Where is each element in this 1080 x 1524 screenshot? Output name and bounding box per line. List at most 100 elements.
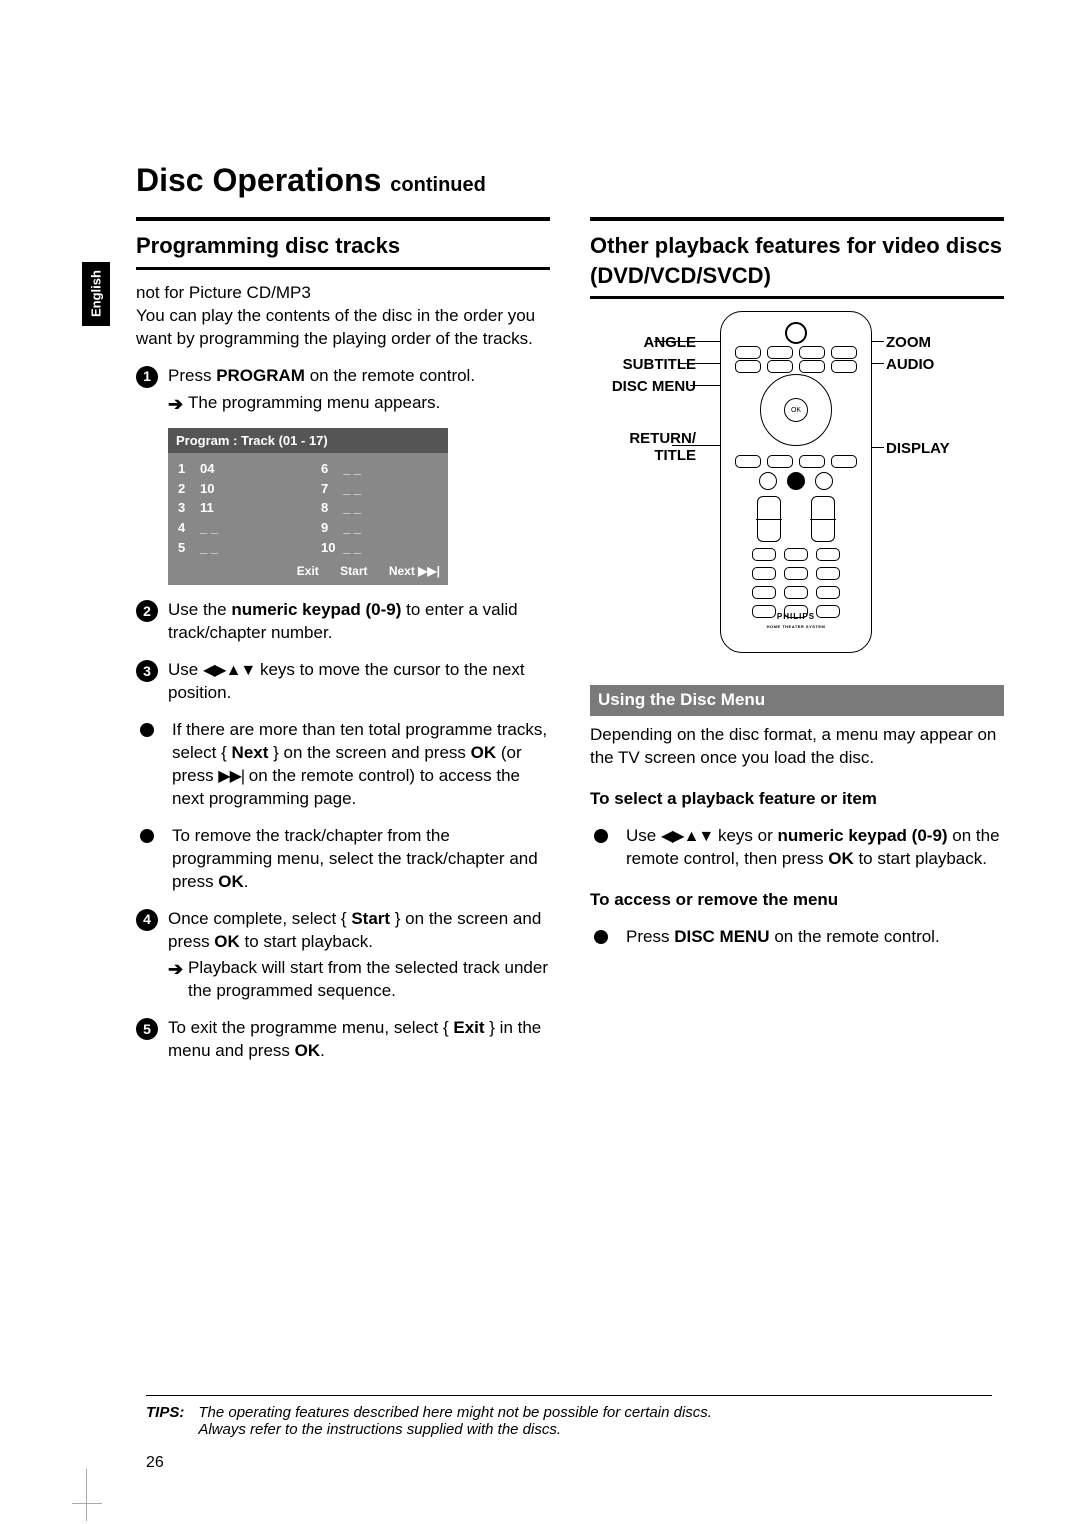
heading-access-menu: To access or remove the menu — [590, 889, 1004, 912]
text: Use the — [168, 600, 231, 619]
next-track-icon: ▶▶| — [218, 768, 244, 785]
callout-return-title: RETURN/ TITLE — [586, 431, 696, 464]
arrow-icon: ➔ — [168, 957, 188, 981]
left-column: Programming disc tracks not for Picture … — [136, 217, 550, 1063]
section-heading-other-playback: Other playback features for video discs … — [590, 231, 1004, 290]
remote-outline: PHILIPS HOME THEATER SYSTEM — [720, 311, 872, 653]
callout-angle: ANGLE — [586, 333, 696, 353]
step-number-icon: 1 — [136, 366, 158, 388]
text: on the remote control. — [770, 927, 940, 946]
bullet-icon — [140, 723, 154, 737]
note-line: not for Picture CD/MP3 — [136, 282, 550, 305]
step-number-icon: 5 — [136, 1018, 158, 1040]
callout-disc-menu: DISC MENU — [586, 377, 696, 397]
bullet-more-than-ten: If there are more than ten total program… — [136, 719, 550, 811]
program-menu-title: Program : Track (01 - 17) — [168, 428, 448, 454]
val: _ _ — [343, 539, 361, 557]
text: Press — [626, 927, 674, 946]
manual-page: English Disc Operations continued Progra… — [0, 0, 1080, 1524]
subsection-heading-disc-menu: Using the Disc Menu — [590, 685, 1004, 716]
tips-line-1: The operating features described here mi… — [198, 1404, 712, 1421]
idx: 8 — [321, 499, 333, 517]
heading-select-item: To select a playback feature or item — [590, 788, 1004, 811]
result-row: ➔ The programming menu appears. — [168, 392, 550, 416]
page-number: 26 — [146, 1454, 164, 1472]
callout-zoom: ZOOM — [886, 333, 931, 353]
crop-mark-icon — [72, 1473, 102, 1504]
bold-label: OK — [828, 849, 854, 868]
step-4: 4 Once complete, select { Start } on the… — [136, 908, 550, 954]
text: to start playback. — [854, 849, 987, 868]
val: _ _ — [343, 499, 361, 517]
step-1: 1 Press PROGRAM on the remote control. — [136, 365, 550, 388]
text: } on the screen and press — [268, 743, 470, 762]
step-number-icon: 3 — [136, 660, 158, 682]
callout-display: DISPLAY — [886, 439, 950, 459]
rule — [136, 267, 550, 270]
arrow-keys-icon: ◀▶▲▼ — [203, 662, 255, 679]
text: on the remote control. — [305, 366, 475, 385]
text: Use — [626, 826, 661, 845]
bold-label: PROGRAM — [216, 366, 305, 385]
val: 04 — [200, 460, 214, 478]
tips-label: TIPS: — [146, 1404, 184, 1438]
bold-label: DISC MENU — [674, 927, 769, 946]
section-heading-programming: Programming disc tracks — [136, 231, 550, 261]
right-column: Other playback features for video discs … — [590, 217, 1004, 1063]
bullet-remove-track: To remove the track/chapter from the pro… — [136, 825, 550, 894]
next-label: Next ▶▶| — [389, 564, 440, 578]
bullet-access-menu: Press DISC MENU on the remote control. — [590, 926, 1004, 949]
bullet-select-item: Use ◀▶▲▼ keys or numeric keypad (0-9) on… — [590, 825, 1004, 871]
callout-subtitle: SUBTITLE — [586, 355, 696, 375]
idx: 4 — [178, 519, 190, 537]
text: Once complete, select { — [168, 909, 351, 928]
tips-line-2: Always refer to the instructions supplie… — [198, 1421, 712, 1438]
bullet-icon — [594, 829, 608, 843]
idx: 2 — [178, 480, 190, 498]
idx: 10 — [321, 539, 333, 557]
rule — [136, 217, 550, 221]
start-label: Start — [340, 564, 367, 578]
val: _ _ — [200, 519, 218, 537]
language-tab: English — [82, 262, 110, 326]
paragraph: Depending on the disc format, a menu may… — [590, 724, 1004, 770]
step-number-icon: 4 — [136, 909, 158, 931]
bold-label: numeric keypad (0-9) — [231, 600, 401, 619]
bold-label: Exit — [453, 1018, 484, 1037]
page-title: Disc Operations continued — [136, 162, 1004, 199]
callout-audio: AUDIO — [886, 355, 934, 375]
page-title-main: Disc Operations — [136, 162, 381, 198]
intro-text: You can play the contents of the disc in… — [136, 305, 550, 351]
result-text: Playback will start from the selected tr… — [188, 957, 550, 1003]
bold-label: numeric keypad (0-9) — [778, 826, 948, 845]
bullet-icon — [594, 930, 608, 944]
tips-box: TIPS: The operating features described h… — [146, 1395, 992, 1438]
step-3: 3 Use ◀▶▲▼ keys to move the cursor to th… — [136, 659, 550, 705]
bold-label: OK — [471, 743, 497, 762]
dpad-icon — [760, 374, 832, 446]
result-row: ➔ Playback will start from the selected … — [168, 957, 550, 1003]
val: 11 — [200, 499, 214, 517]
val: _ _ — [343, 519, 361, 537]
idx: 7 — [321, 480, 333, 498]
rule — [146, 1395, 992, 1396]
exit-label: Exit — [297, 564, 319, 578]
bold-label: OK — [214, 932, 240, 951]
text: To exit the programme menu, select { — [168, 1018, 453, 1037]
step-number-icon: 2 — [136, 600, 158, 622]
rule — [590, 217, 1004, 221]
brand-subtitle: HOME THEATER SYSTEM — [767, 624, 826, 629]
text: . — [320, 1041, 325, 1060]
bold-label: Next — [232, 743, 269, 762]
rule — [590, 296, 1004, 299]
idx: 6 — [321, 460, 333, 478]
val: _ _ — [343, 460, 361, 478]
text: to start playback. — [240, 932, 373, 951]
text: Use — [168, 660, 203, 679]
step-5: 5 To exit the programme menu, select { E… — [136, 1017, 550, 1063]
remote-illustration: ANGLE SUBTITLE DISC MENU RETURN/ TITLE Z… — [590, 311, 1000, 671]
program-menu-footer: Exit Start Next ▶▶| — [168, 561, 448, 585]
brand-name: PHILIPS — [767, 612, 826, 623]
text: . — [244, 872, 249, 891]
val: 10 — [200, 480, 214, 498]
